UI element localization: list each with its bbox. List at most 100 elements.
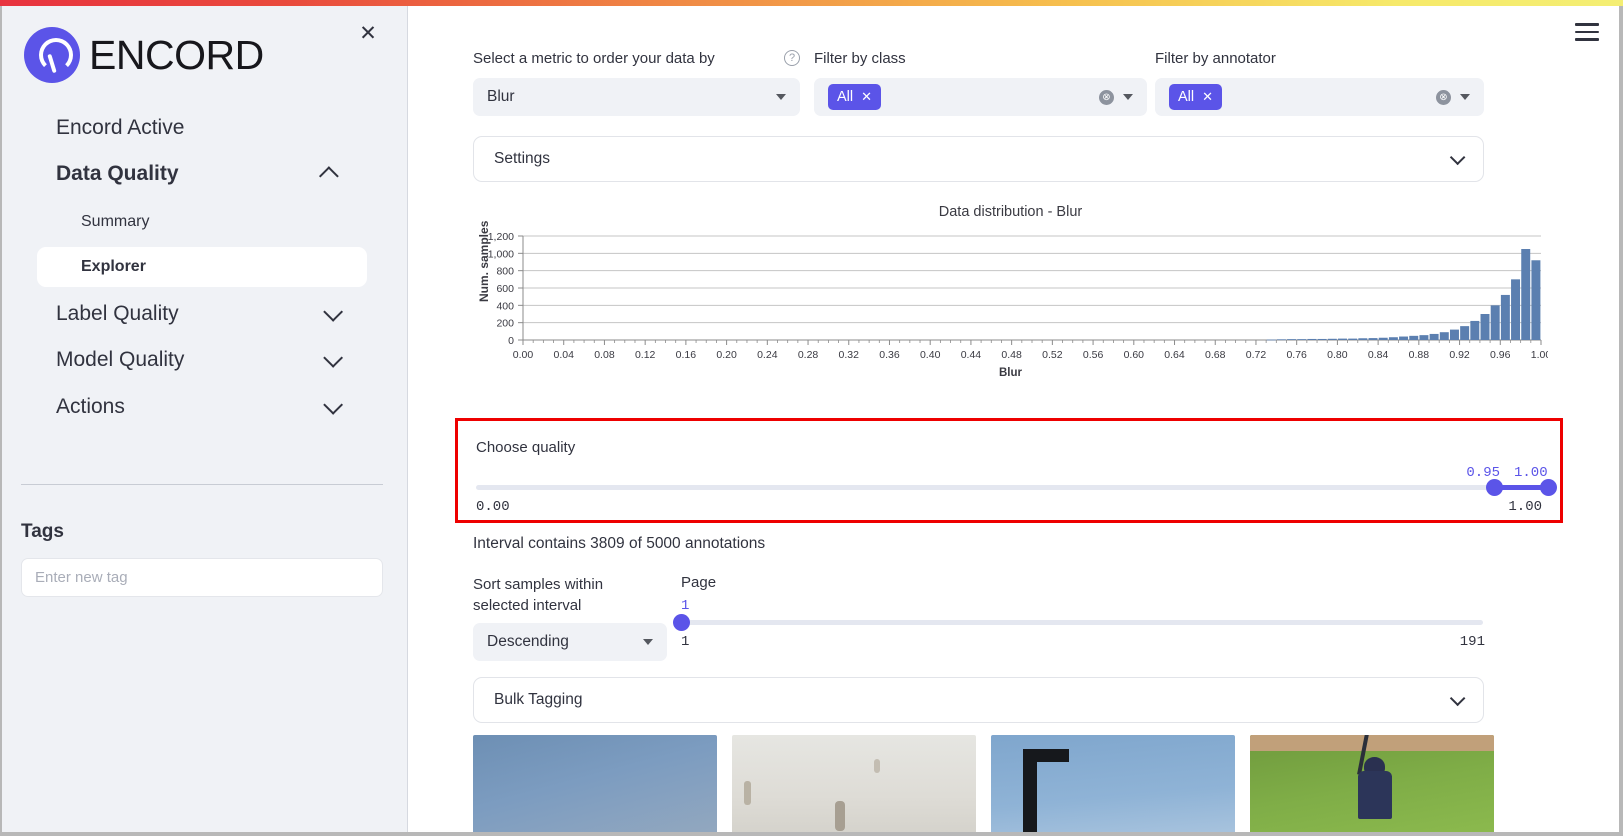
chart-title: Data distribution - Blur — [938, 204, 1083, 220]
sidebar-item-label: Encord Active — [56, 116, 185, 139]
clear-icon[interactable]: ⊗ — [1436, 89, 1451, 105]
arm-shape — [1023, 749, 1069, 762]
svg-text:0.20: 0.20 — [716, 349, 737, 361]
window-right-border — [1619, 0, 1623, 836]
hamburger-bar — [1575, 30, 1599, 34]
svg-text:600: 600 — [496, 283, 514, 295]
body-shape — [1358, 771, 1392, 819]
sort-select-value: Descending — [487, 633, 569, 650]
chevron-down-icon — [1449, 149, 1466, 165]
svg-text:0.88: 0.88 — [1409, 349, 1430, 361]
svg-text:0.00: 0.00 — [513, 349, 534, 361]
chevron-down-icon — [323, 394, 344, 415]
metric-select-label: Select a metric to order your data by — [473, 50, 715, 67]
sidebar-item-data-quality[interactable]: Data Quality — [16, 154, 384, 194]
sidebar: ✕ ENCORD Encord Active Data Quality Summ… — [0, 6, 408, 836]
encord-logo: ENCORD — [24, 27, 264, 83]
bulk-tagging-label: Bulk Tagging — [494, 691, 583, 708]
page-max-label: 191 — [1459, 634, 1485, 650]
chevron-down-icon — [1449, 690, 1466, 706]
figure-shape — [835, 801, 845, 831]
svg-text:0.68: 0.68 — [1205, 349, 1226, 361]
sidebar-item-label: Model Quality — [56, 348, 185, 371]
settings-expander[interactable]: Settings — [473, 136, 1484, 182]
svg-text:200: 200 — [496, 318, 514, 330]
sidebar-subitem-label: Explorer — [81, 258, 146, 275]
sidebar-item-explorer[interactable]: Explorer — [37, 247, 367, 287]
class-filter-chip[interactable]: All ✕ — [828, 84, 882, 110]
sidebar-item-label: Actions — [56, 395, 125, 418]
svg-text:0.92: 0.92 — [1449, 349, 1470, 361]
quality-range-slider[interactable] — [476, 479, 1557, 496]
page-slider-handle[interactable] — [673, 614, 690, 631]
annotator-filter-select[interactable]: All ✕ ⊗ — [1155, 78, 1484, 116]
chevron-down-icon — [643, 639, 653, 645]
traffic-light-thumbnail[interactable] — [991, 735, 1235, 836]
settings-expander-label: Settings — [494, 150, 551, 167]
svg-text:1.00: 1.00 — [1531, 349, 1548, 361]
annotator-filter-chip[interactable]: All ✕ — [1169, 84, 1223, 110]
svg-text:1,000: 1,000 — [488, 248, 514, 260]
page-slider[interactable] — [673, 614, 1483, 631]
quality-slider-handle-low[interactable] — [1486, 479, 1504, 496]
sidebar-subitem-label: Summary — [81, 213, 150, 230]
svg-text:400: 400 — [496, 300, 514, 312]
metric-select[interactable]: Blur — [473, 78, 800, 116]
chip-close-icon[interactable]: ✕ — [1202, 90, 1213, 105]
chevron-up-icon — [318, 166, 339, 187]
annotator-filter-label: Filter by annotator — [1155, 50, 1276, 67]
svg-text:0: 0 — [508, 335, 514, 347]
svg-text:0.28: 0.28 — [798, 349, 819, 361]
svg-text:0.44: 0.44 — [961, 349, 982, 361]
sidebar-divider — [21, 484, 383, 485]
sidebar-item-model-quality[interactable]: Model Quality — [16, 340, 384, 380]
brand-wordmark: ENCORD — [89, 31, 264, 78]
sidebar-item-encord-active[interactable]: Encord Active — [16, 108, 384, 148]
snow-field-thumbnail[interactable] — [732, 735, 976, 836]
tags-heading: Tags — [21, 521, 64, 542]
figure-shape — [744, 781, 751, 805]
blue-sky-thumbnail[interactable] — [473, 735, 717, 836]
chevron-down-icon — [1123, 94, 1133, 100]
quality-min-label: 0.00 — [476, 499, 510, 515]
chart-x-axis-label: Blur — [999, 367, 1022, 379]
sidebar-item-summary[interactable]: Summary — [37, 202, 367, 242]
sidebar-item-label-quality[interactable]: Label Quality — [16, 294, 384, 334]
main-content: Select a metric to order your data by ? … — [409, 6, 1619, 836]
sidebar-item-label: Label Quality — [56, 302, 179, 325]
new-tag-input[interactable] — [21, 558, 383, 597]
quality-slider-handle-high[interactable] — [1540, 479, 1557, 496]
sidebar-item-actions[interactable]: Actions — [16, 387, 384, 427]
page-current-value: 1 — [681, 598, 690, 614]
svg-text:0.52: 0.52 — [1042, 349, 1063, 361]
svg-text:0.60: 0.60 — [1124, 349, 1145, 361]
close-icon[interactable]: ✕ — [355, 20, 381, 46]
class-filter-label: Filter by class — [814, 50, 906, 67]
chart-plot-area: 0 200 400 600 800 1,000 1,200 0.00 0.04 0.08 0.12 0… — [488, 232, 1548, 361]
chip-label: All — [837, 89, 854, 105]
sort-select[interactable]: Descending — [473, 623, 667, 661]
svg-text:0.16: 0.16 — [676, 349, 697, 361]
hamburger-bar — [1575, 38, 1599, 41]
chip-label: All — [1178, 89, 1195, 105]
svg-text:0.48: 0.48 — [1001, 349, 1022, 361]
hamburger-menu-icon[interactable] — [1575, 23, 1599, 41]
chip-close-icon[interactable]: ✕ — [861, 90, 872, 105]
page-min-label: 1 — [681, 634, 690, 650]
help-icon[interactable]: ? — [784, 50, 800, 66]
svg-text:0.56: 0.56 — [1083, 349, 1104, 361]
clear-icon[interactable]: ⊗ — [1099, 89, 1114, 105]
data-distribution-chart: Data distribution - Blur Num. samples Bl… — [473, 204, 1548, 384]
svg-text:0.80: 0.80 — [1327, 349, 1348, 361]
metric-select-value: Blur — [487, 88, 515, 105]
chevron-down-icon — [776, 94, 786, 100]
class-filter-select[interactable]: All ✕ ⊗ — [814, 78, 1147, 116]
choose-quality-panel: Choose quality 0.95 1.00 0.00 1.00 — [455, 418, 1563, 523]
quality-max-label: 1.00 — [1508, 499, 1542, 515]
baseball-player-thumbnail[interactable] — [1250, 735, 1494, 836]
sidebar-item-label: Data Quality — [56, 162, 179, 185]
quality-value-high: 1.00 — [1514, 465, 1548, 481]
encord-mark-icon — [24, 27, 80, 83]
bulk-tagging-expander[interactable]: Bulk Tagging — [473, 677, 1484, 723]
chevron-down-icon — [323, 301, 344, 322]
